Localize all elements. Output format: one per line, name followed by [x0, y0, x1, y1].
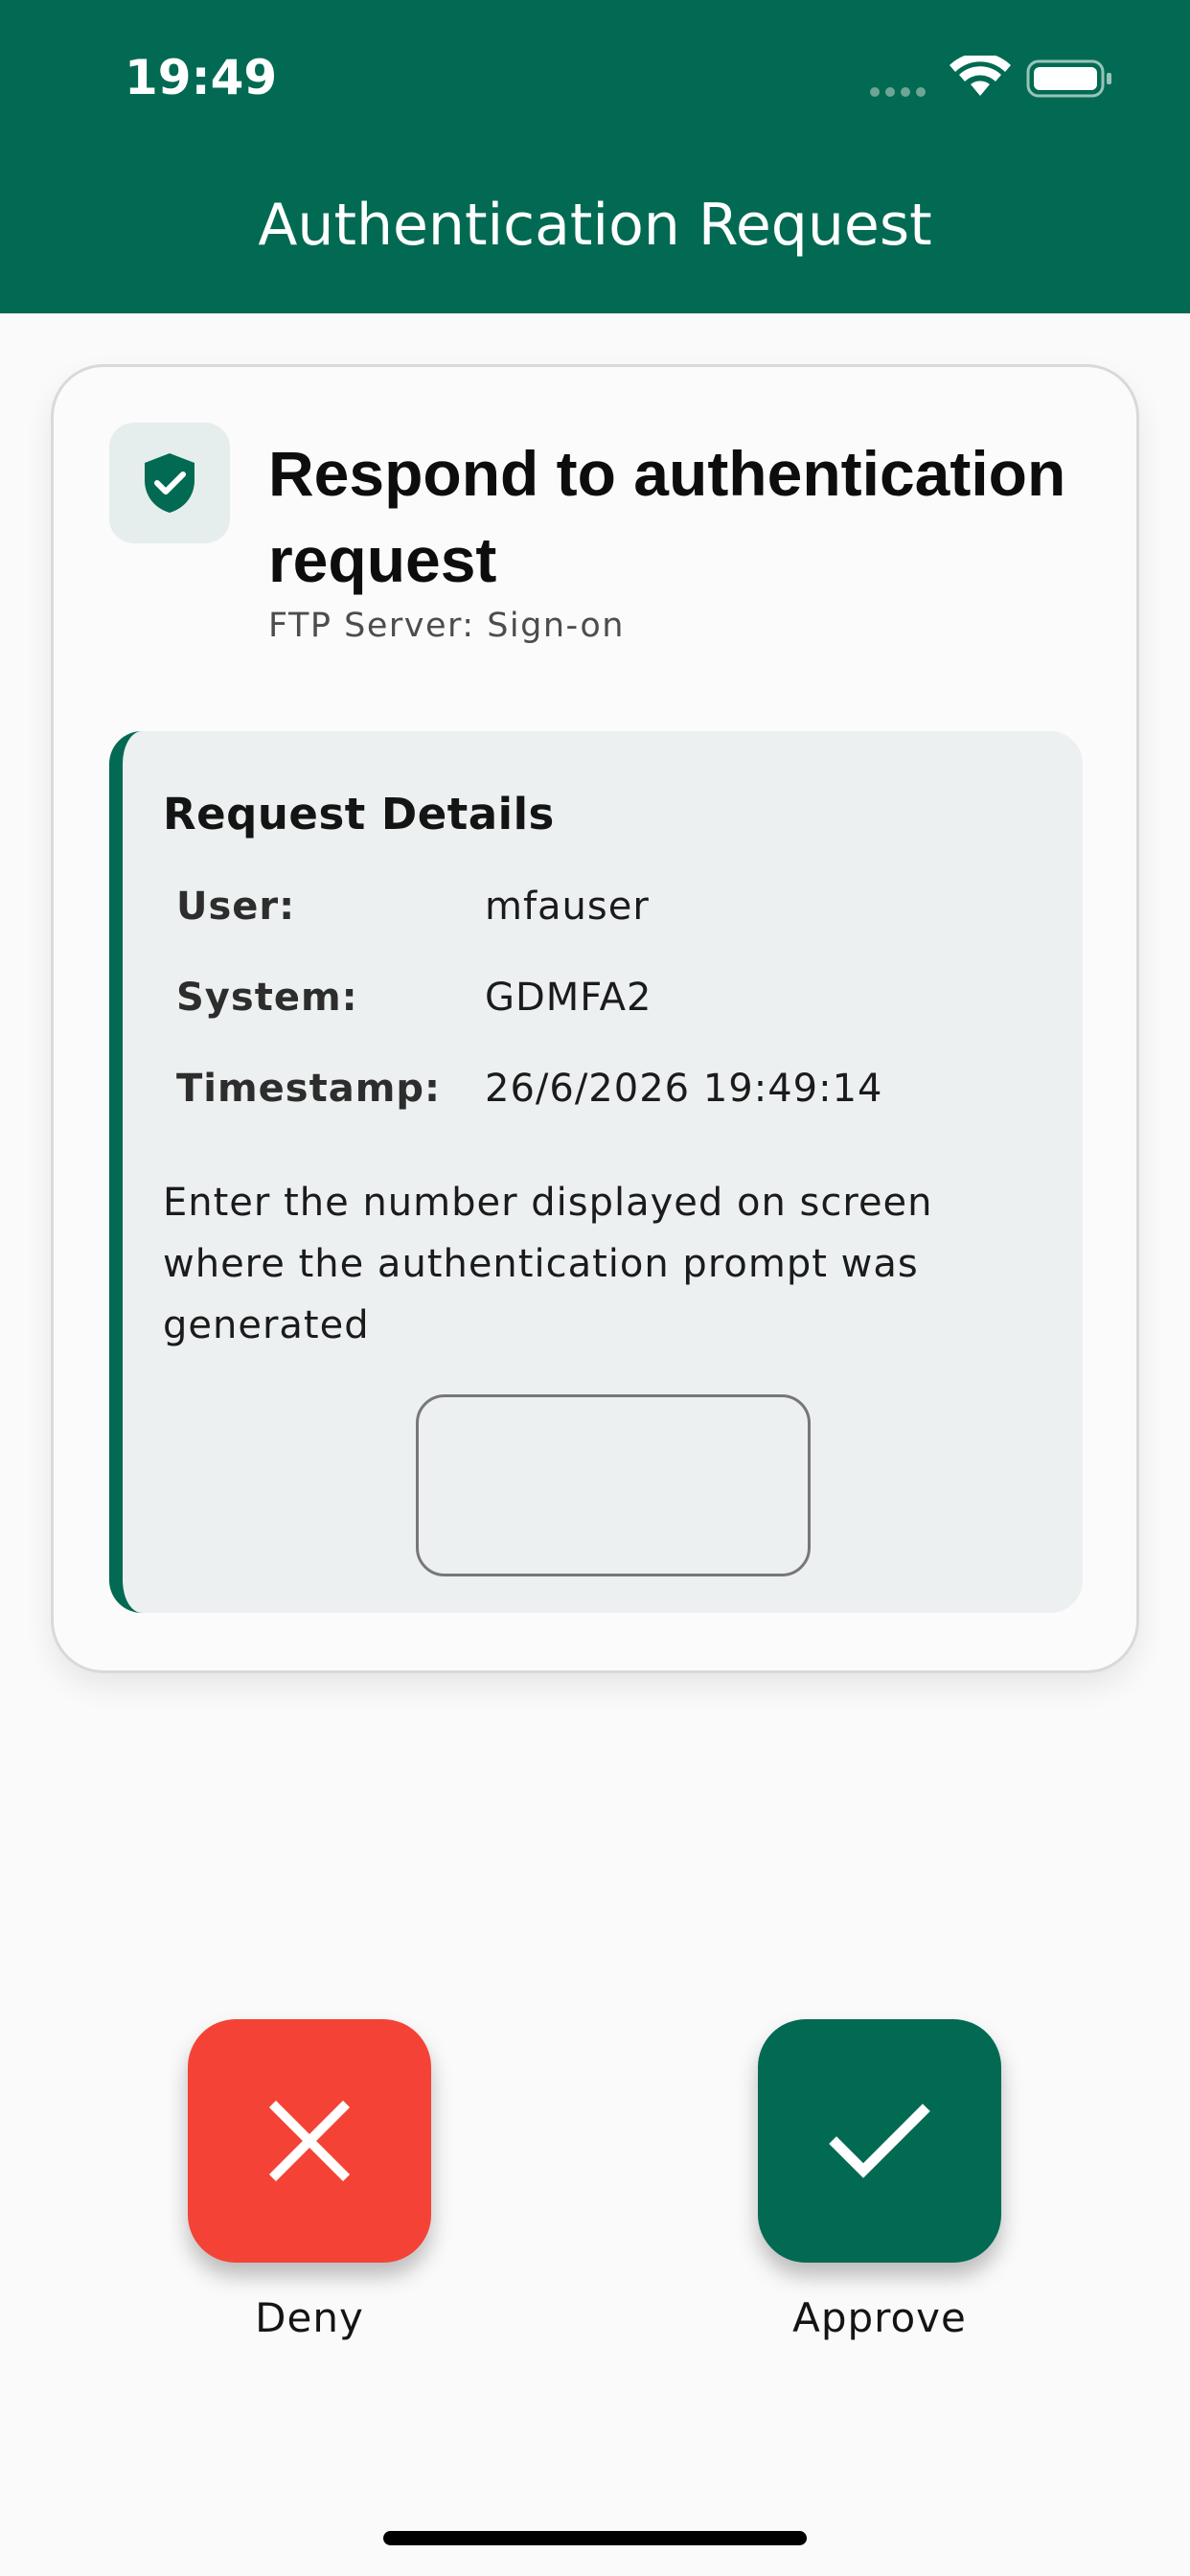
- detail-label: System:: [176, 976, 358, 1020]
- approve-button[interactable]: [758, 2019, 1001, 2263]
- details-heading: Request Details: [163, 789, 555, 840]
- battery-icon: [1026, 59, 1111, 98]
- detail-value: mfauser: [485, 885, 650, 929]
- detail-value: 26/6/2026 19:49:14: [485, 1067, 883, 1111]
- signal-icon: [870, 87, 926, 97]
- checkmark-icon: [829, 2104, 930, 2178]
- approve-label: Approve: [792, 2294, 967, 2341]
- shield-check-icon: [145, 453, 195, 513]
- deny-button[interactable]: [188, 2019, 431, 2263]
- detail-row-user: User: mfauser: [176, 885, 1039, 942]
- auth-request-card: Respond to authentication request FTP Se…: [51, 364, 1139, 1673]
- app-header: 19:49 Authentication Request: [0, 0, 1190, 313]
- card-title: Respond to authentication request: [268, 438, 1066, 595]
- page-title: Authentication Request: [258, 192, 932, 259]
- card-subtitle: FTP Server: Sign-on: [268, 607, 625, 645]
- detail-row-system: System: GDMFA2: [176, 976, 1039, 1033]
- detail-value: GDMFA2: [485, 976, 652, 1020]
- detail-label: User:: [176, 885, 296, 929]
- shield-icon-container: [109, 423, 230, 543]
- detail-row-timestamp: Timestamp: 26/6/2026 19:49:14: [176, 1067, 1039, 1124]
- detail-label: Timestamp:: [176, 1067, 442, 1111]
- wifi-icon: [950, 53, 1011, 96]
- close-icon: [268, 2100, 351, 2182]
- status-icons: [867, 53, 1116, 104]
- status-time: 19:49: [125, 50, 278, 105]
- home-indicator[interactable]: [383, 2531, 807, 2545]
- number-input[interactable]: [416, 1394, 811, 1576]
- request-details-panel: Request Details User: mfauser System: GD…: [109, 731, 1083, 1613]
- number-prompt-text: Enter the number displayed on screen whe…: [163, 1181, 933, 1347]
- deny-label: Deny: [255, 2294, 364, 2341]
